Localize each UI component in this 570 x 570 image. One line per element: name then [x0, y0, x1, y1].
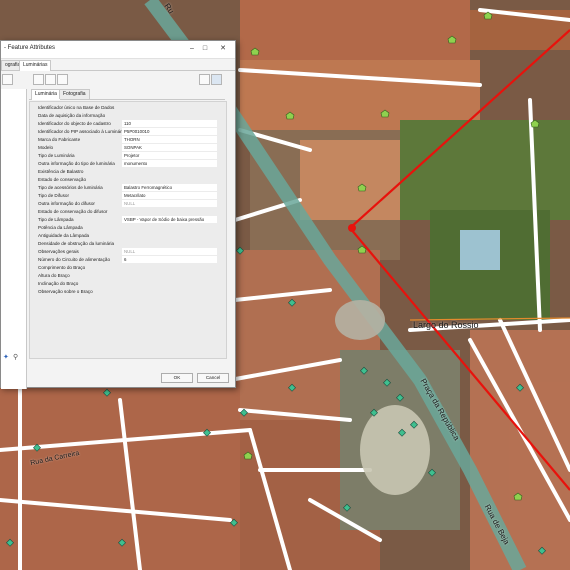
field-value-null[interactable]: NULL	[122, 248, 217, 255]
field-label: Potência da Lâmpada	[38, 225, 83, 230]
field-row: Comprimento do Braço	[36, 264, 222, 271]
field-row: Densidade de obstrução da luminária	[36, 240, 222, 247]
field-row: Tipo de Luminária Projetor	[36, 152, 222, 159]
feature-list-pane[interactable]: ✦ ⚲	[1, 89, 27, 389]
field-label: Identificador do objecto de cadastro	[38, 121, 111, 126]
field-value[interactable]: Balastro Ferromagnético	[122, 184, 217, 191]
street-label-largo-do-rossio: Largo do Rossio	[413, 320, 479, 330]
cancel-button[interactable]: Cancel	[197, 373, 229, 383]
selected-feature-point[interactable]	[348, 224, 356, 232]
field-label: Observações gerais	[38, 249, 79, 254]
field-row: Estado de conservação	[36, 176, 222, 183]
field-value[interactable]: 110	[122, 120, 217, 127]
tab-luminarias[interactable]: Luminárias	[19, 60, 52, 71]
zoom-icon[interactable]: ⚲	[13, 353, 18, 361]
field-value[interactable]: monumento	[122, 160, 217, 167]
field-list: Identificador único na Base de Dados Dat…	[29, 101, 227, 359]
field-label: Tipo de Difusor	[38, 193, 69, 198]
field-row: Outra informação do difusor NULL	[36, 200, 222, 207]
field-label: Marca do Fabricante	[38, 137, 81, 142]
tab-luminaria[interactable]: Luminária	[31, 89, 61, 100]
field-value[interactable]: THORN	[122, 136, 217, 143]
field-row: Tipo de Difusor Metacrilato	[36, 192, 222, 199]
field-row: Identificador do objecto de cadastro 110	[36, 120, 222, 127]
field-row: Inclinação do Braço	[36, 280, 222, 287]
field-row: Altura do Braço	[36, 272, 222, 279]
field-label: Antiguidade da Lâmpada	[38, 233, 90, 238]
table-view-icon[interactable]	[211, 74, 222, 85]
identify-icon[interactable]: ✦	[3, 353, 9, 361]
field-label: Densidade de obstrução da luminária	[38, 241, 115, 246]
field-label: Tipo de Luminária	[38, 153, 75, 158]
field-row: Outra informação do tipo de luminária mon…	[36, 160, 222, 167]
field-row: Tipo de acessórios de luminária Balastro …	[36, 184, 222, 191]
field-label: Identificador único na Base de Dados	[38, 105, 115, 110]
field-row: Marca do Fabricante THORN	[36, 136, 222, 143]
field-row: Antiguidade da Lâmpada	[36, 232, 222, 239]
field-value[interactable]: Metacrilato	[122, 192, 217, 199]
attribute-form: Luminária Fotografia Identificador único…	[29, 89, 227, 385]
close-icon[interactable]: ✕	[216, 43, 230, 55]
field-row: Número do Circuito de alimentação 6	[36, 256, 222, 263]
form-view-icon[interactable]	[199, 74, 210, 85]
field-label: Modelo	[38, 145, 54, 150]
field-value[interactable]: Projetor	[122, 152, 217, 159]
field-value[interactable]: 6	[122, 256, 217, 263]
toolbar-button-1[interactable]	[33, 74, 44, 85]
field-value[interactable]: P5P0010010	[122, 128, 217, 135]
toolbar-button-2[interactable]	[45, 74, 56, 85]
toolbar-button-3[interactable]	[57, 74, 68, 85]
toolbar	[1, 72, 233, 86]
field-row: Tipo de Lâmpada VSBP - Vapor de Sódio de …	[36, 216, 222, 223]
field-label: Tipo de Lâmpada	[38, 217, 74, 222]
field-row: Existência de Balastro	[36, 168, 222, 175]
field-label: Inclinação do Braço	[38, 281, 79, 286]
field-label: Altura do Braço	[38, 273, 70, 278]
dialog-titlebar[interactable]: - Feature Attributes – □ ✕	[1, 41, 235, 59]
field-label: Número do Circuito de alimentação	[38, 257, 111, 262]
tab-fotografia-inner[interactable]: Fotografia	[59, 89, 90, 99]
field-row: Observações gerais NULL	[36, 248, 222, 255]
field-row: Observação sobre o Braço	[36, 288, 222, 295]
dialog-title: - Feature Attributes	[4, 45, 56, 51]
inner-tabbar: Luminária Fotografia	[29, 89, 225, 100]
field-row: Modelo SONPAK	[36, 144, 222, 151]
field-value-null[interactable]: NULL	[122, 200, 217, 207]
field-row: Identificador único na Base de Dados	[36, 104, 222, 111]
field-value[interactable]: VSBP - Vapor de Sódio de baixa pressão	[122, 216, 217, 223]
field-label: Estado de conservação	[38, 177, 87, 182]
field-value[interactable]: SONPAK	[122, 144, 217, 151]
outer-tabbar: ografia Luminárias	[1, 60, 235, 71]
field-row: Identificador do PIP associado à Luminár…	[36, 128, 222, 135]
ok-button[interactable]: OK	[161, 373, 193, 383]
field-label: Existência de Balastro	[38, 169, 84, 174]
field-label: Comprimento do Braço	[38, 265, 86, 270]
field-row: Potência da Lâmpada	[36, 224, 222, 231]
field-label: Tipo de acessórios de luminária	[38, 185, 103, 190]
field-row: Data de aquisição da informação	[36, 112, 222, 119]
toolbar-button-left[interactable]	[2, 74, 13, 85]
field-row: Estado de conservação do difusor	[36, 208, 222, 215]
field-label: Outra informação do difusor	[38, 201, 95, 206]
field-label: Observação sobre o Braço	[38, 289, 93, 294]
maximize-icon[interactable]: □	[198, 43, 212, 55]
field-label: Outra informação do tipo de luminária	[38, 161, 115, 166]
minimize-icon[interactable]: –	[185, 43, 199, 55]
field-label: Data de aquisição da informação	[38, 113, 106, 118]
feature-attributes-dialog: - Feature Attributes – □ ✕ ografia Lumin…	[0, 40, 236, 389]
field-label: Identificador do PIP associado à Luminár…	[38, 129, 126, 134]
field-label: Estado de conservação do difusor	[38, 209, 108, 214]
